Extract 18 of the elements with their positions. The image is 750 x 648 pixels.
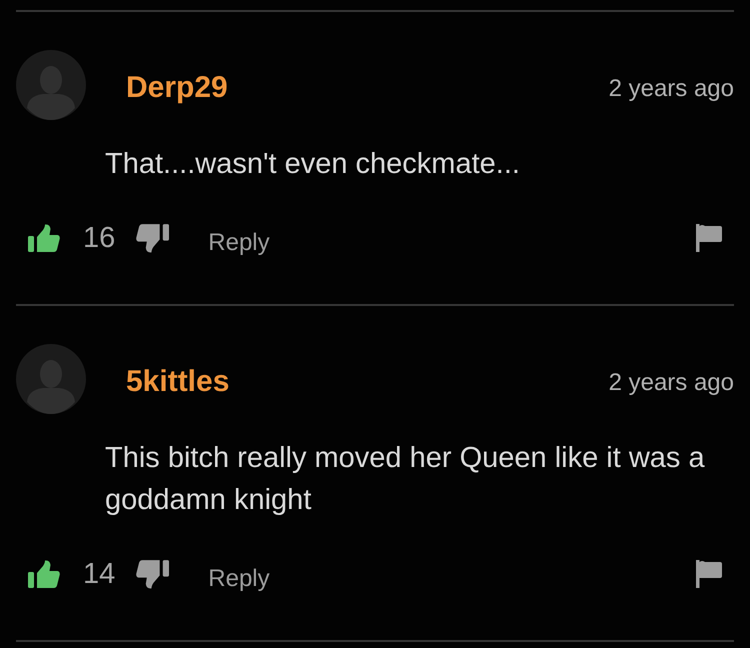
thumbs-up-icon[interactable]: [28, 560, 60, 588]
reply-link[interactable]: Reply: [208, 231, 270, 255]
timestamp: 2 years ago: [608, 77, 734, 101]
like-count: 14: [83, 560, 116, 588]
username-link[interactable]: Derp29: [126, 73, 228, 103]
like-count: 16: [83, 224, 116, 252]
thumbs-down-icon[interactable]: [136, 224, 170, 252]
username-link[interactable]: 5kittles: [126, 367, 230, 397]
avatar-icon: [16, 344, 86, 414]
flag-icon[interactable]: [696, 224, 722, 252]
reply-link[interactable]: Reply: [208, 567, 270, 591]
flag-icon[interactable]: [696, 560, 722, 588]
avatar-icon: [16, 50, 86, 120]
thumbs-up-icon[interactable]: [28, 224, 60, 252]
timestamp: 2 years ago: [608, 371, 734, 395]
comment-text: That....wasn't even checkmate...: [105, 147, 521, 182]
comment-text: This bitch really moved her Queen like it was a goddamn knight: [105, 441, 706, 518]
thumbs-down-icon[interactable]: [136, 560, 170, 588]
